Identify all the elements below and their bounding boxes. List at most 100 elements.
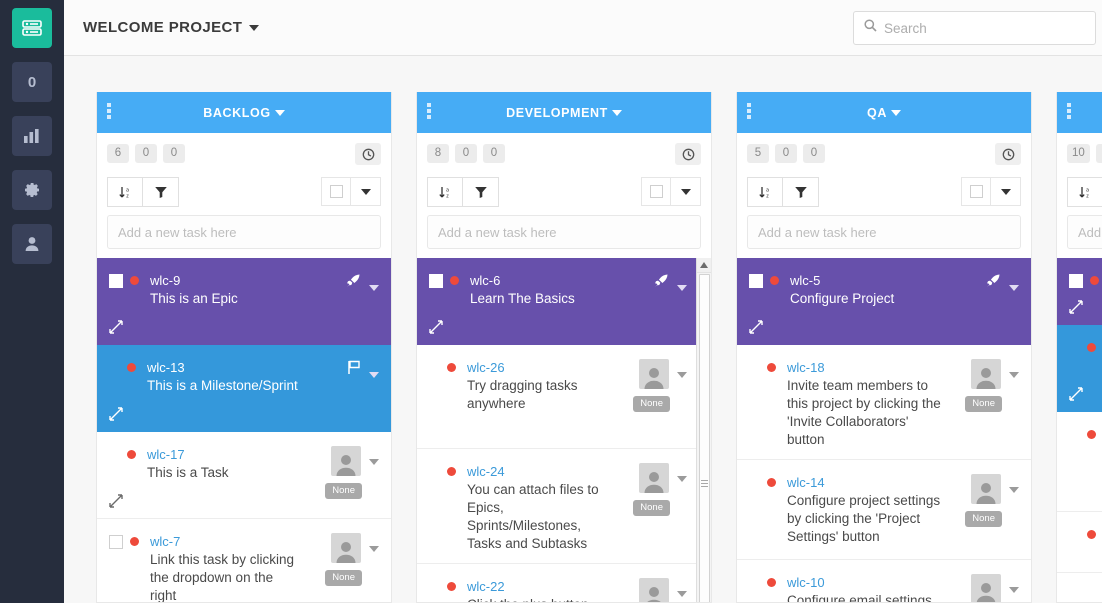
- avatar[interactable]: [639, 463, 669, 493]
- card-options-dropdown[interactable]: [369, 278, 379, 296]
- task-card[interactable]: v I: [1057, 512, 1102, 573]
- avatar[interactable]: [971, 359, 1001, 389]
- add-task-input[interactable]: Add a new task here: [747, 215, 1021, 249]
- task-card[interactable]: wlc-18 Invite team members to this proje…: [737, 345, 1031, 460]
- drag-grip-icon[interactable]: [427, 103, 431, 119]
- status-badge[interactable]: None: [965, 396, 1002, 412]
- card-options-dropdown[interactable]: [677, 584, 687, 602]
- column-options-dropdown[interactable]: [671, 177, 701, 206]
- avatar[interactable]: [331, 533, 361, 563]
- card-checkbox[interactable]: [1069, 274, 1083, 288]
- sort-button[interactable]: az: [427, 177, 463, 207]
- resize-handle-icon[interactable]: [749, 320, 763, 334]
- clock-button[interactable]: [355, 143, 381, 165]
- task-card[interactable]: wlc-24 You can attach files to Epics, Sp…: [417, 449, 711, 564]
- task-card[interactable]: wlc-14 Configure project settings by cli…: [737, 460, 1031, 560]
- avatar[interactable]: [639, 578, 669, 602]
- sort-button[interactable]: az: [747, 177, 783, 207]
- card-checkbox[interactable]: [109, 535, 123, 549]
- column-header[interactable]: DEVELOPMENT: [417, 92, 711, 133]
- task-card[interactable]: wlc-26 Try dragging tasks anywhere None: [417, 345, 711, 449]
- sidebar-item-profile[interactable]: [12, 224, 52, 264]
- sidebar-item-settings[interactable]: [12, 170, 52, 210]
- drag-grip-icon[interactable]: [747, 103, 751, 119]
- card-key[interactable]: wlc-6: [470, 272, 618, 289]
- filter-button[interactable]: [783, 177, 819, 207]
- sidebar-item-board[interactable]: [12, 8, 52, 48]
- column-scrollbar[interactable]: [696, 258, 711, 602]
- column-title[interactable]: BACKLOG: [97, 106, 391, 120]
- card-key[interactable]: wlc-26: [467, 359, 614, 376]
- card-checkbox[interactable]: [109, 274, 123, 288]
- filter-button[interactable]: [463, 177, 499, 207]
- add-task-input[interactable]: Add a new task here: [427, 215, 701, 249]
- avatar[interactable]: [639, 359, 669, 389]
- drag-grip-icon[interactable]: [1067, 103, 1071, 119]
- status-badge[interactable]: None: [633, 500, 670, 516]
- card-key[interactable]: wlc-17: [147, 446, 300, 463]
- column-title[interactable]: DEVELOPMENT: [417, 106, 711, 120]
- task-card[interactable]: wlc-22 Click the plus button: [417, 564, 711, 602]
- scrollbar-thumb[interactable]: [699, 274, 710, 602]
- card-key[interactable]: wlc-24: [467, 463, 614, 480]
- column-options-dropdown[interactable]: [351, 177, 381, 206]
- card-key[interactable]: wlc-14: [787, 474, 946, 491]
- search-input[interactable]: [884, 21, 1085, 36]
- resize-handle-icon[interactable]: [1069, 387, 1083, 401]
- select-all-checkbox[interactable]: [961, 177, 991, 206]
- add-task-input[interactable]: Add a new task here: [107, 215, 381, 249]
- card-options-dropdown[interactable]: [1009, 365, 1019, 383]
- column-title[interactable]: QA: [737, 106, 1031, 120]
- card-options-dropdown[interactable]: [1009, 278, 1019, 296]
- task-card[interactable]: wlc-10 Configure email settings: [737, 560, 1031, 602]
- card-key[interactable]: wlc-7: [150, 533, 300, 550]
- card-key[interactable]: wlc-22: [467, 578, 614, 595]
- column-header[interactable]: BACKLOG: [97, 92, 391, 133]
- card-options-dropdown[interactable]: [369, 365, 379, 383]
- sort-button[interactable]: az: [107, 177, 143, 207]
- status-badge[interactable]: None: [633, 396, 670, 412]
- card-key[interactable]: wlc-18: [787, 359, 946, 376]
- select-all-checkbox[interactable]: [641, 177, 671, 206]
- status-badge[interactable]: None: [325, 483, 362, 499]
- card-options-dropdown[interactable]: [677, 278, 687, 296]
- avatar[interactable]: [971, 474, 1001, 504]
- task-card[interactable]: wlc-5 Configure Project: [737, 258, 1031, 345]
- resize-handle-icon[interactable]: [109, 407, 123, 421]
- status-badge[interactable]: None: [325, 570, 362, 586]
- select-all-checkbox[interactable]: [321, 177, 351, 206]
- column-header[interactable]: [1057, 92, 1102, 133]
- task-card[interactable]: wlc-6 Learn The Basics: [417, 258, 711, 345]
- resize-handle-icon[interactable]: [1069, 300, 1083, 314]
- card-options-dropdown[interactable]: [677, 365, 687, 383]
- task-card[interactable]: w S: [1057, 325, 1102, 412]
- task-card[interactable]: wlc-7 Link this task by clicking the dro…: [97, 519, 391, 602]
- filter-button[interactable]: [143, 177, 179, 207]
- resize-handle-icon[interactable]: [109, 320, 123, 334]
- search-box[interactable]: [853, 11, 1096, 45]
- project-title-dropdown[interactable]: WELCOME PROJECT: [83, 19, 259, 36]
- add-task-input[interactable]: Add a new task here: [1067, 215, 1102, 249]
- card-options-dropdown[interactable]: [369, 452, 379, 470]
- clock-button[interactable]: [995, 143, 1021, 165]
- task-card[interactable]: [1057, 258, 1102, 325]
- task-card[interactable]: wlc-13 This is a Milestone/Sprint: [97, 345, 391, 432]
- card-key[interactable]: wlc-13: [147, 359, 300, 376]
- card-options-dropdown[interactable]: [1009, 480, 1019, 498]
- scroll-up-button[interactable]: [697, 258, 711, 273]
- task-card[interactable]: v C h c s: [1057, 412, 1102, 512]
- card-options-dropdown[interactable]: [1009, 580, 1019, 598]
- card-checkbox[interactable]: [749, 274, 763, 288]
- card-options-dropdown[interactable]: [369, 539, 379, 557]
- column-options-dropdown[interactable]: [991, 177, 1021, 206]
- task-card[interactable]: wlc-17 This is a Task None: [97, 432, 391, 519]
- card-key[interactable]: wlc-10: [787, 574, 946, 591]
- task-card[interactable]: wlc-9 This is an Epic: [97, 258, 391, 345]
- resize-handle-icon[interactable]: [429, 320, 443, 334]
- status-badge[interactable]: None: [965, 511, 1002, 527]
- card-checkbox[interactable]: [429, 274, 443, 288]
- sidebar-item-reports[interactable]: [12, 116, 52, 156]
- avatar[interactable]: [971, 574, 1001, 602]
- card-key[interactable]: wlc-5: [790, 272, 940, 289]
- avatar[interactable]: [331, 446, 361, 476]
